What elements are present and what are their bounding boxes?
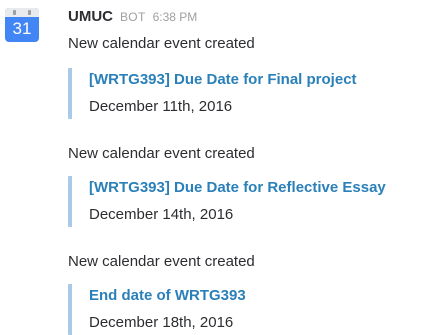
message-header: UMUC BOT 6:38 PM — [68, 8, 197, 28]
calendar-icon — [5, 8, 39, 17]
event-title-link[interactable]: [WRTG393] Due Date for Reflective Essay — [89, 176, 442, 200]
event-title-link[interactable]: End date of WRTG393 — [89, 284, 442, 308]
event-title-link[interactable]: [WRTG393] Due Date for Final project — [89, 68, 442, 92]
message-text: New calendar event created — [68, 35, 255, 52]
event-date: December 11th, 2016 — [89, 98, 233, 115]
event-attachment: [WRTG393] Due Date for Final project Dec… — [68, 68, 442, 119]
message-timestamp[interactable]: 6:38 PM — [153, 10, 198, 24]
message-text: New calendar event created — [68, 145, 255, 162]
calendar-day-number: 31 — [12, 19, 32, 38]
sender-name[interactable]: UMUC — [68, 8, 113, 25]
bot-badge: BOT — [120, 10, 146, 24]
event-attachment: End date of WRTG393 December 18th, 2016 — [68, 284, 442, 335]
event-date: December 14th, 2016 — [89, 206, 234, 223]
event-attachment: [WRTG393] Due Date for Reflective Essay … — [68, 176, 442, 227]
calendar-app-avatar[interactable]: 31 — [5, 8, 39, 42]
event-date: December 18th, 2016 — [89, 314, 234, 331]
message-text: New calendar event created — [68, 253, 255, 270]
